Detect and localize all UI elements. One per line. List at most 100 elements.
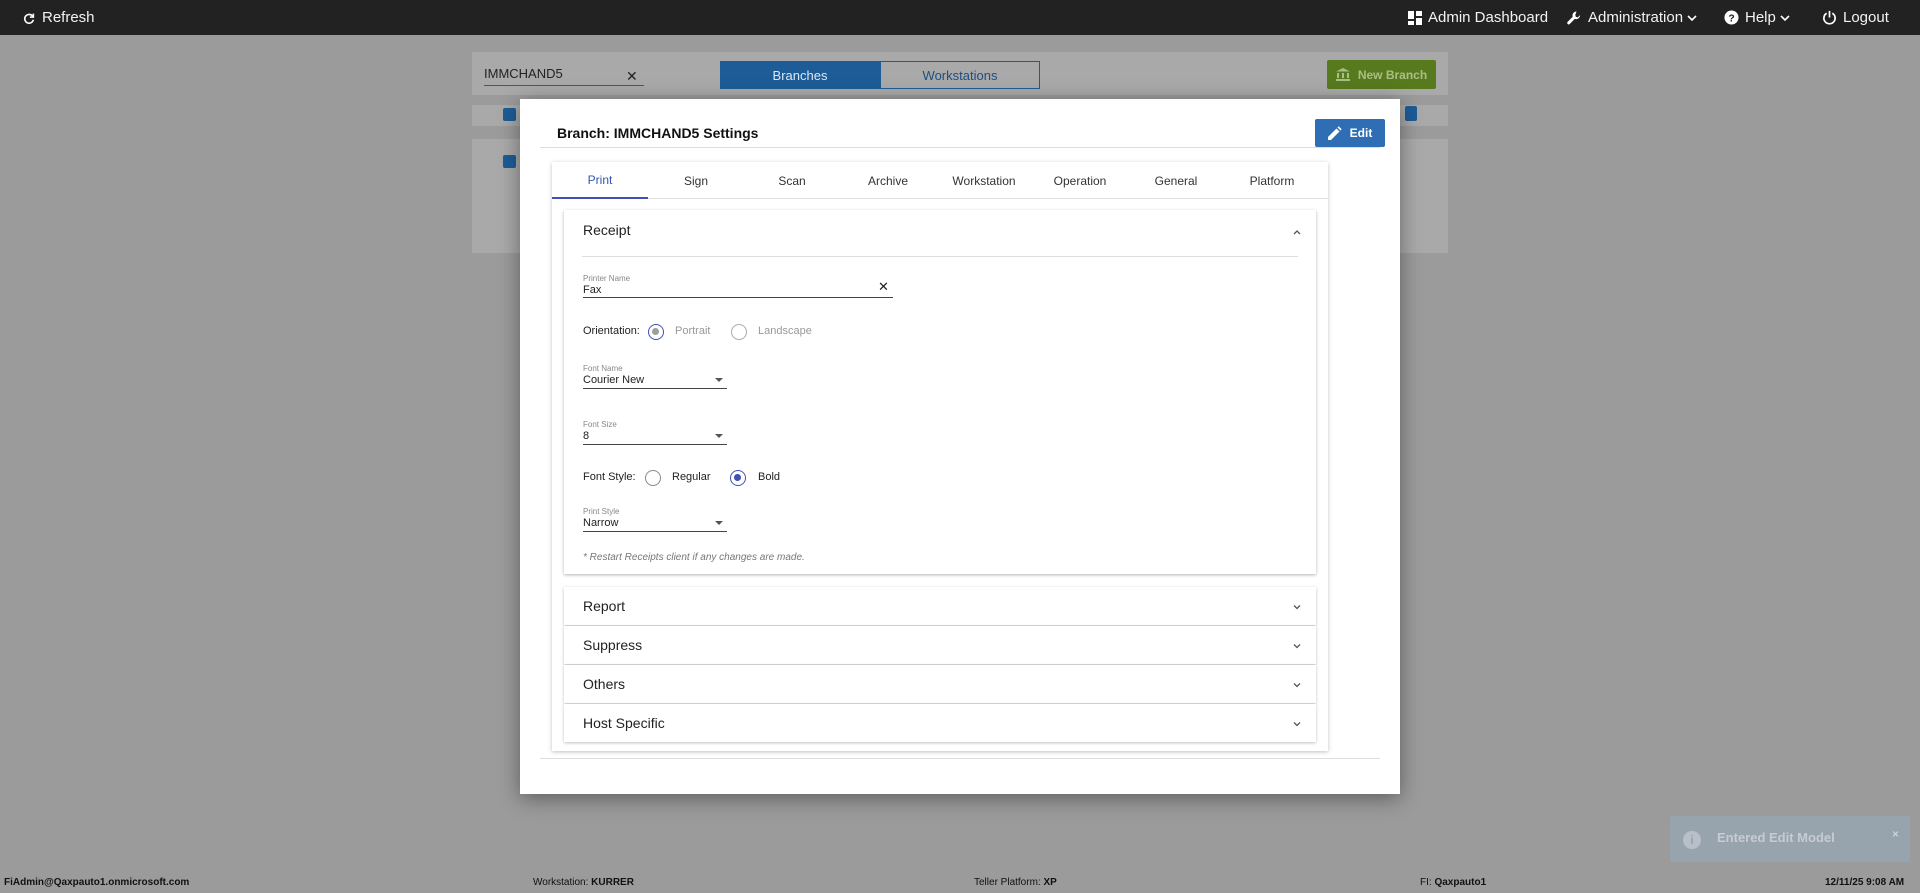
user-email: FiAdmin@Qaxpauto1.onmicrosoft.com [4,877,190,888]
font-size-select[interactable]: Font Size 8 [583,420,727,445]
clear-icon[interactable]: ✕ [626,68,638,85]
chevron-up-icon [1293,230,1301,235]
workstation-value: KURRER [591,877,634,888]
refresh-button[interactable]: Refresh [22,0,95,35]
divider [540,758,1380,759]
refresh-icon [23,13,35,24]
wrench-icon [1567,10,1581,24]
workstation-label: Workstation: [533,877,589,888]
settings-tabs: Print Sign Scan Archive Workstation Oper… [552,162,1328,199]
tab-general[interactable]: General [1128,162,1224,199]
host-specific-panel-header[interactable]: Host Specific [564,704,1316,742]
suppress-panel-title: Suppress [583,637,643,653]
svg-text:?: ? [1728,13,1734,24]
chevron-down-icon [1687,14,1697,21]
tab-platform[interactable]: Platform [1224,162,1320,199]
chevron-down-icon [1293,722,1301,727]
footer-user: FiAdmin@Qaxpauto1.onmicrosoft.com [4,877,189,888]
administration-menu[interactable]: Administration [1566,0,1698,35]
logout-button[interactable]: Logout [1822,0,1889,35]
tab-sign[interactable]: Sign [648,162,744,199]
tab-branches[interactable]: Branches [720,61,880,89]
fi-value: Qaxpauto1 [1434,877,1487,888]
tab-operation[interactable]: Operation [1032,162,1128,199]
tab-scan[interactable]: Scan [744,162,840,199]
bank-icon [1335,68,1350,81]
close-icon[interactable]: × [1892,827,1899,841]
report-panel-title: Report [583,598,626,614]
refresh-label: Refresh [42,9,95,26]
font-style-regular-label: Regular [672,471,711,483]
print-style-select[interactable]: Print Style Narrow [583,507,727,532]
fi-label: FI: [1420,877,1432,888]
field-underline [583,388,727,389]
clear-icon[interactable]: ✕ [878,279,889,295]
dropdown-arrow-icon [715,378,723,382]
font-style-regular-radio[interactable] [645,470,661,486]
row-checkbox-icon[interactable] [503,155,516,168]
chevron-down-icon [1293,644,1301,649]
deselect-all-icon[interactable] [503,108,516,121]
tab-workstation[interactable]: Workstation [936,162,1032,199]
font-name-select[interactable]: Font Name Courier New [583,364,727,389]
host-specific-panel-title: Host Specific [583,715,665,731]
font-size-label: Font Size [583,420,617,429]
footer-workstation: Workstation: KURRER [533,877,634,888]
admin-dashboard-link[interactable]: Admin Dashboard [1408,0,1548,35]
new-branch-button[interactable]: New Branch [1327,60,1436,89]
footer-teller-platform: Teller Platform: XP [974,877,1057,888]
font-style-label: Font Style: [583,471,636,483]
field-underline [583,297,893,298]
edit-mode-toast: i Entered Edit Model × [1670,816,1910,862]
branch-search-input[interactable]: IMMCHAND5 [484,64,644,86]
font-name-value: Courier New [583,374,645,386]
suppress-panel-header[interactable]: Suppress [564,626,1316,664]
printer-name-value: Fax [583,284,602,296]
others-panel-header[interactable]: Others [564,665,1316,703]
datetime-value: 12/11/25 9:08 AM [1825,877,1905,888]
dashboard-icon [1408,10,1422,25]
status-bar: FiAdmin@Qaxpauto1.onmicrosoft.com Workst… [0,873,1920,893]
tab-archive[interactable]: Archive [840,162,936,199]
new-branch-label: New Branch [1357,67,1428,82]
print-style-value: Narrow [583,517,619,529]
delete-icon[interactable] [1405,106,1417,121]
footer-fi: FI: Qaxpauto1 [1420,877,1486,888]
tab-print[interactable]: Print [552,162,648,199]
help-label: Help [1745,9,1776,26]
font-size-value: 8 [583,430,590,442]
field-underline [583,444,727,445]
info-icon: i [1683,831,1701,849]
orientation-portrait-radio[interactable] [648,324,664,340]
chevron-down-icon [1293,683,1301,688]
receipt-panel-header[interactable]: Receipt [564,210,1316,256]
logout-label: Logout [1843,9,1889,26]
print-style-label: Print Style [583,507,620,516]
radio-dot [652,328,659,335]
toast-message: Entered Edit Model [1717,830,1835,845]
administration-label: Administration [1588,9,1684,26]
orientation-label: Orientation: [583,325,640,337]
pencil-icon [1327,126,1342,140]
printer-name-label: Printer Name [583,274,631,283]
field-underline [583,531,727,532]
footer-datetime: 12/11/25 9:08 AM [1825,877,1904,888]
tab-workstations[interactable]: Workstations [880,61,1040,89]
edit-button[interactable]: Edit [1315,119,1385,147]
help-menu[interactable]: ? Help [1724,0,1791,35]
others-panel-title: Others [583,676,626,692]
admin-dashboard-label: Admin Dashboard [1428,9,1549,26]
radio-dot [734,474,741,481]
font-style-bold-label: Bold [758,471,781,483]
settings-card: Print Sign Scan Archive Workstation Oper… [552,162,1328,751]
printer-name-field[interactable]: Printer Name Fax ✕ [583,274,893,298]
restart-note: * Restart Receipts client if any changes… [583,552,805,563]
edit-label: Edit [1349,126,1373,140]
orientation-landscape-radio[interactable] [731,324,747,340]
dropdown-arrow-icon [715,434,723,438]
teller-platform-label: Teller Platform: [974,877,1041,888]
font-style-bold-radio[interactable] [730,470,746,486]
dropdown-arrow-icon [715,521,723,525]
power-icon [1823,10,1836,25]
report-panel-header[interactable]: Report [564,587,1316,625]
